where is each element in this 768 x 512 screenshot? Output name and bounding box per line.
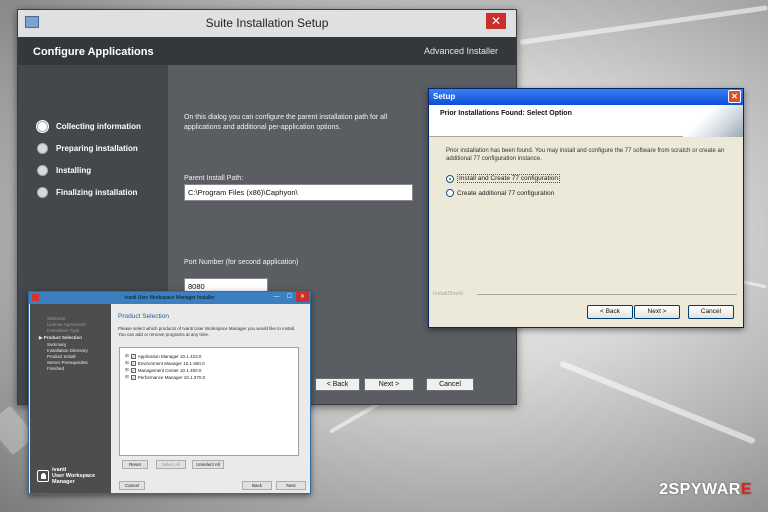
suite-page-title: Configure Applications xyxy=(33,46,154,58)
install-path-input[interactable]: C:\Program Files (x86)\Caphyon\ xyxy=(184,184,413,201)
suite-cancel-button[interactable]: Cancel xyxy=(426,378,474,391)
ivanti-back-button[interactable]: Back xyxy=(242,481,272,490)
ivanti-page-description: Please select which products of Ivanti U… xyxy=(118,326,296,337)
unselect-all-button[interactable]: Unselect All xyxy=(192,460,224,469)
suite-window-title: Suite Installation Setup xyxy=(205,16,329,30)
suite-close-button[interactable]: ✕ xyxy=(486,13,506,29)
step-active-icon xyxy=(37,121,48,132)
reset-button[interactable]: Reset xyxy=(122,460,148,469)
ivanti-main-panel: Product Selection Please select which pr… xyxy=(112,304,311,493)
product-row[interactable]: ⊞ ✓ Environment Manager 10.1.550.0 xyxy=(125,360,205,366)
ivanti-logo: ivanti User Workspace Manager xyxy=(37,467,95,485)
expand-icon[interactable]: ⊞ xyxy=(125,367,129,373)
setup-next-button[interactable]: Next > xyxy=(634,305,680,319)
step-label: Preparing installation xyxy=(56,144,138,153)
checkbox-checked-icon[interactable]: ✓ xyxy=(130,353,136,359)
step-collecting: Collecting information xyxy=(37,121,141,132)
nav-item-server-prereq: Server Prerequisites xyxy=(47,360,88,365)
step-label: Finalizing installation xyxy=(56,188,138,197)
step-preparing: Preparing installation xyxy=(37,143,138,154)
option-create-additional[interactable]: Create additional 77 configuration xyxy=(446,189,554,197)
setup-back-button[interactable]: < Back xyxy=(587,305,633,319)
checkbox-checked-icon[interactable]: ✓ xyxy=(130,367,136,373)
ivanti-page-title: Product Selection xyxy=(118,313,169,320)
nav-item-summary: Summary xyxy=(47,342,67,347)
maximize-button[interactable]: ☐ xyxy=(284,292,295,302)
nav-item-product-install: Product Install xyxy=(47,354,76,359)
ivanti-cancel-button[interactable]: Cancel xyxy=(119,481,145,490)
product-label: Performance Manager 10.1.370.0 xyxy=(137,374,206,380)
setup-banner: Prior Installations Found: Select Option xyxy=(429,105,743,137)
ivanti-close-button[interactable]: ✕ xyxy=(296,292,309,302)
setup-separator xyxy=(477,294,737,295)
checkbox-checked-icon[interactable]: ✓ xyxy=(130,374,136,380)
expand-icon[interactable]: ⊞ xyxy=(125,374,129,380)
setup-heading: Prior Installations Found: Select Option xyxy=(440,110,572,117)
ivanti-titlebar[interactable]: Ivanti User Workspace Manager Installer … xyxy=(29,292,310,304)
user-icon xyxy=(37,470,49,482)
installer-app-icon xyxy=(25,16,39,28)
ivanti-installer-window: Ivanti User Workspace Manager Installer … xyxy=(28,291,311,494)
step-pending-icon xyxy=(37,165,48,176)
nav-item-install-dir: Installation Directory xyxy=(47,348,88,353)
suite-brand: Advanced Installer xyxy=(423,46,498,56)
ivanti-window-title: Ivanti User Workspace Manager Installer xyxy=(124,295,215,301)
product-label: Application Manager 10.1.423.0 xyxy=(137,353,202,359)
path-label: Parent Install Path: xyxy=(184,175,244,182)
port-label: Port Number (for second application) xyxy=(184,259,299,266)
page-curl-graphic xyxy=(683,105,743,137)
logo-line3: Manager xyxy=(52,479,75,485)
ivanti-nav-panel: Welcome License Agreement Installation T… xyxy=(30,304,111,493)
nav-item-license: License Agreement xyxy=(47,322,86,327)
step-installing: Installing xyxy=(37,165,91,176)
nav-item-install-type: Installation Type xyxy=(47,328,80,333)
product-row[interactable]: ⊞ ✓ Management Center 10.1.400.0 xyxy=(125,367,201,373)
nav-item-label: Product Selection xyxy=(43,335,82,340)
setup-dialog: Setup ✕ Prior Installations Found: Selec… xyxy=(428,88,744,328)
watermark-suffix: E xyxy=(740,481,752,498)
ivanti-app-icon xyxy=(32,294,39,301)
select-all-button[interactable]: Select All xyxy=(156,460,186,469)
product-label: Environment Manager 10.1.550.0 xyxy=(137,360,205,366)
step-pending-icon xyxy=(37,143,48,154)
checkbox-checked-icon[interactable]: ✓ xyxy=(130,360,136,366)
expand-icon[interactable]: ⊞ xyxy=(125,353,129,359)
watermark-prefix: 2SPYWAR xyxy=(659,481,741,498)
radio-unselected-icon[interactable] xyxy=(446,189,454,197)
ivanti-next-button[interactable]: Next xyxy=(276,481,306,490)
option-install-create[interactable]: Install and Create 77 configuration xyxy=(446,174,561,183)
suite-intro-text: On this dialog you can configure the par… xyxy=(184,114,388,131)
step-label: Installing xyxy=(56,166,92,175)
suite-header: Configure Applications Advanced Installe… xyxy=(18,37,516,65)
setup-titlebar[interactable]: Setup ✕ xyxy=(429,89,743,105)
step-label: Collecting information xyxy=(56,122,141,131)
expand-icon[interactable]: ⊞ xyxy=(125,360,129,366)
setup-description: Prior installation has been found. You m… xyxy=(446,148,725,162)
product-row[interactable]: ⊞ ✓ Application Manager 10.1.423.0 xyxy=(125,353,201,359)
product-row[interactable]: ⊞ ✓ Performance Manager 10.1.370.0 xyxy=(125,374,205,380)
minimize-button[interactable]: — xyxy=(271,292,282,302)
setup-close-button[interactable]: ✕ xyxy=(728,90,741,103)
suite-titlebar[interactable]: Suite Installation Setup ✕ xyxy=(18,10,516,37)
nav-item-welcome: Welcome xyxy=(47,316,66,321)
option-label: Install and Create 77 configuration xyxy=(457,174,561,183)
suite-back-button[interactable]: < Back xyxy=(315,378,360,391)
setup-cancel-button[interactable]: Cancel xyxy=(688,305,734,319)
suite-next-button[interactable]: Next > xyxy=(364,378,414,391)
step-pending-icon xyxy=(37,187,48,198)
installshield-label: InstallShield xyxy=(433,291,463,297)
product-label: Management Center 10.1.400.0 xyxy=(137,367,202,373)
nav-item-finished: Finished xyxy=(47,366,65,371)
product-tree[interactable]: ⊞ ✓ Application Manager 10.1.423.0 ⊞ ✓ Envir… xyxy=(119,347,299,456)
option-label: Create additional 77 configuration xyxy=(457,189,555,197)
setup-title: Setup xyxy=(433,92,456,101)
radio-selected-icon[interactable] xyxy=(446,174,454,183)
spyware-watermark: 2SPYWARE xyxy=(659,481,752,499)
nav-item-product-selection: ▶ Product Selection xyxy=(39,335,82,341)
step-finalizing: Finalizing installation xyxy=(37,187,137,198)
